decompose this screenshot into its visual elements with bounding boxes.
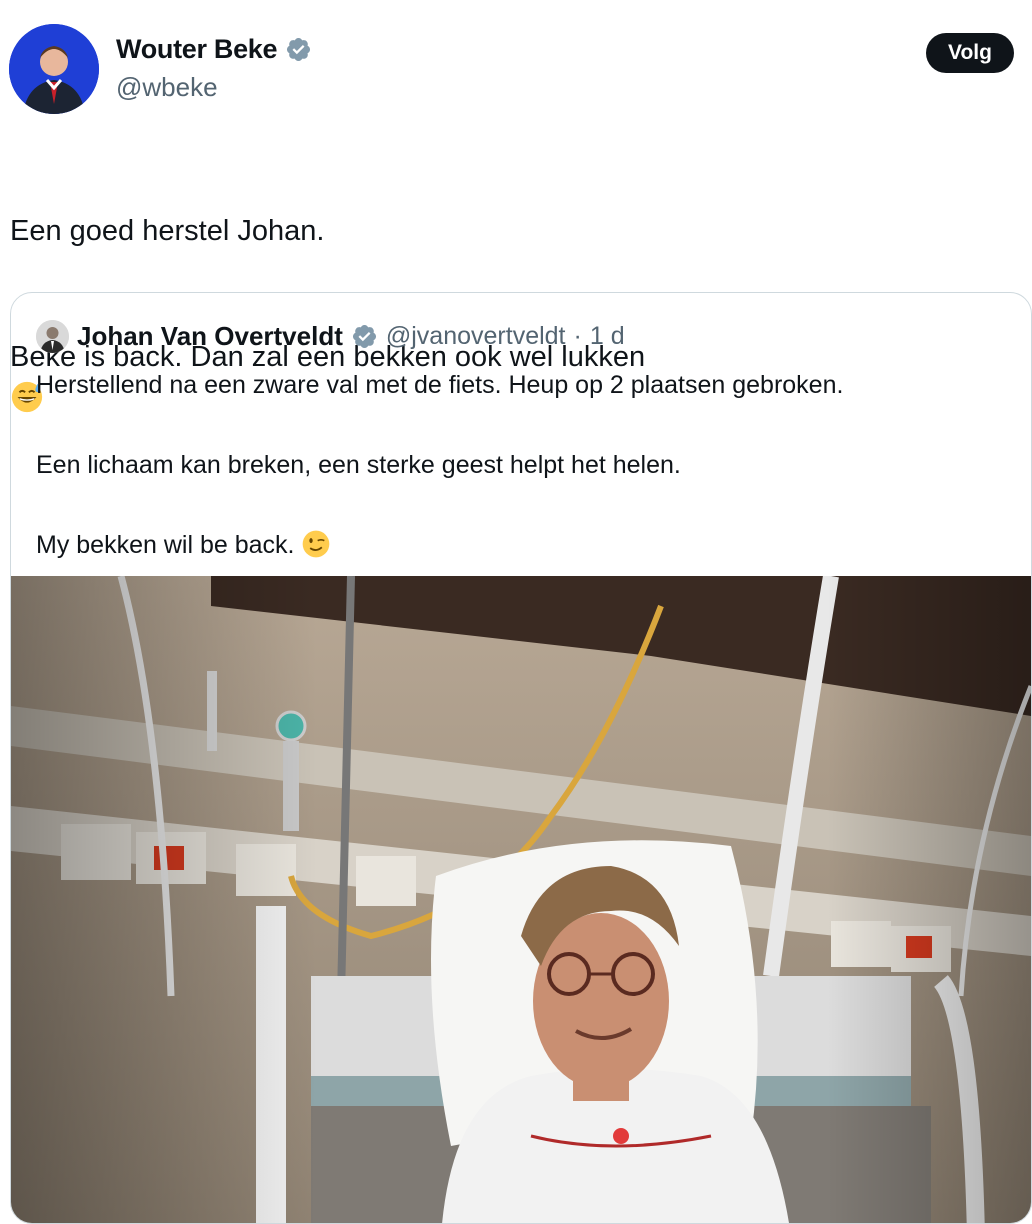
quoted-verified-badge-icon: [352, 324, 376, 348]
winking-face-icon: [303, 530, 330, 558]
author-name[interactable]: Wouter Beke: [116, 34, 278, 65]
author-handle[interactable]: @wbeke: [116, 72, 218, 103]
quoted-paragraph-3-text: My bekken wil be back.: [36, 531, 295, 559]
quoted-paragraph-2: Een lichaam kan breken, een sterke geest…: [36, 451, 681, 479]
quoted-author-name[interactable]: Johan Van Overtveldt: [77, 321, 343, 352]
quoted-avatar-image: [36, 319, 69, 353]
quoted-paragraph-1: Herstellend na een zware val met de fiet…: [36, 371, 844, 399]
quoted-tweet-header: Johan Van Overtveldt @jvanovertveldt · 1…: [36, 319, 625, 353]
quoted-tweet-text: Herstellend na een zware val met de fiet…: [36, 365, 1006, 565]
follow-button[interactable]: Volg: [926, 33, 1014, 73]
hospital-bed-photo: [11, 574, 1031, 1223]
quoted-author-avatar[interactable]: [36, 319, 69, 353]
tweet-line-1: Een goed herstel Johan.: [10, 215, 325, 247]
quoted-tweet-photo[interactable]: [11, 574, 1031, 1223]
quoted-author-handle[interactable]: @jvanovertveldt: [386, 322, 566, 351]
quoted-timestamp[interactable]: 1 d: [590, 322, 625, 351]
verified-badge-icon: [287, 37, 311, 62]
quoted-separator: ·: [573, 321, 582, 350]
avatar-image: [9, 24, 99, 114]
quoted-tweet-card[interactable]: Johan Van Overtveldt @jvanovertveldt · 1…: [10, 292, 1032, 1224]
author-avatar[interactable]: [9, 24, 99, 114]
author-name-row[interactable]: Wouter Beke: [116, 34, 312, 65]
quoted-paragraph-3: My bekken wil be back.: [36, 525, 1006, 565]
